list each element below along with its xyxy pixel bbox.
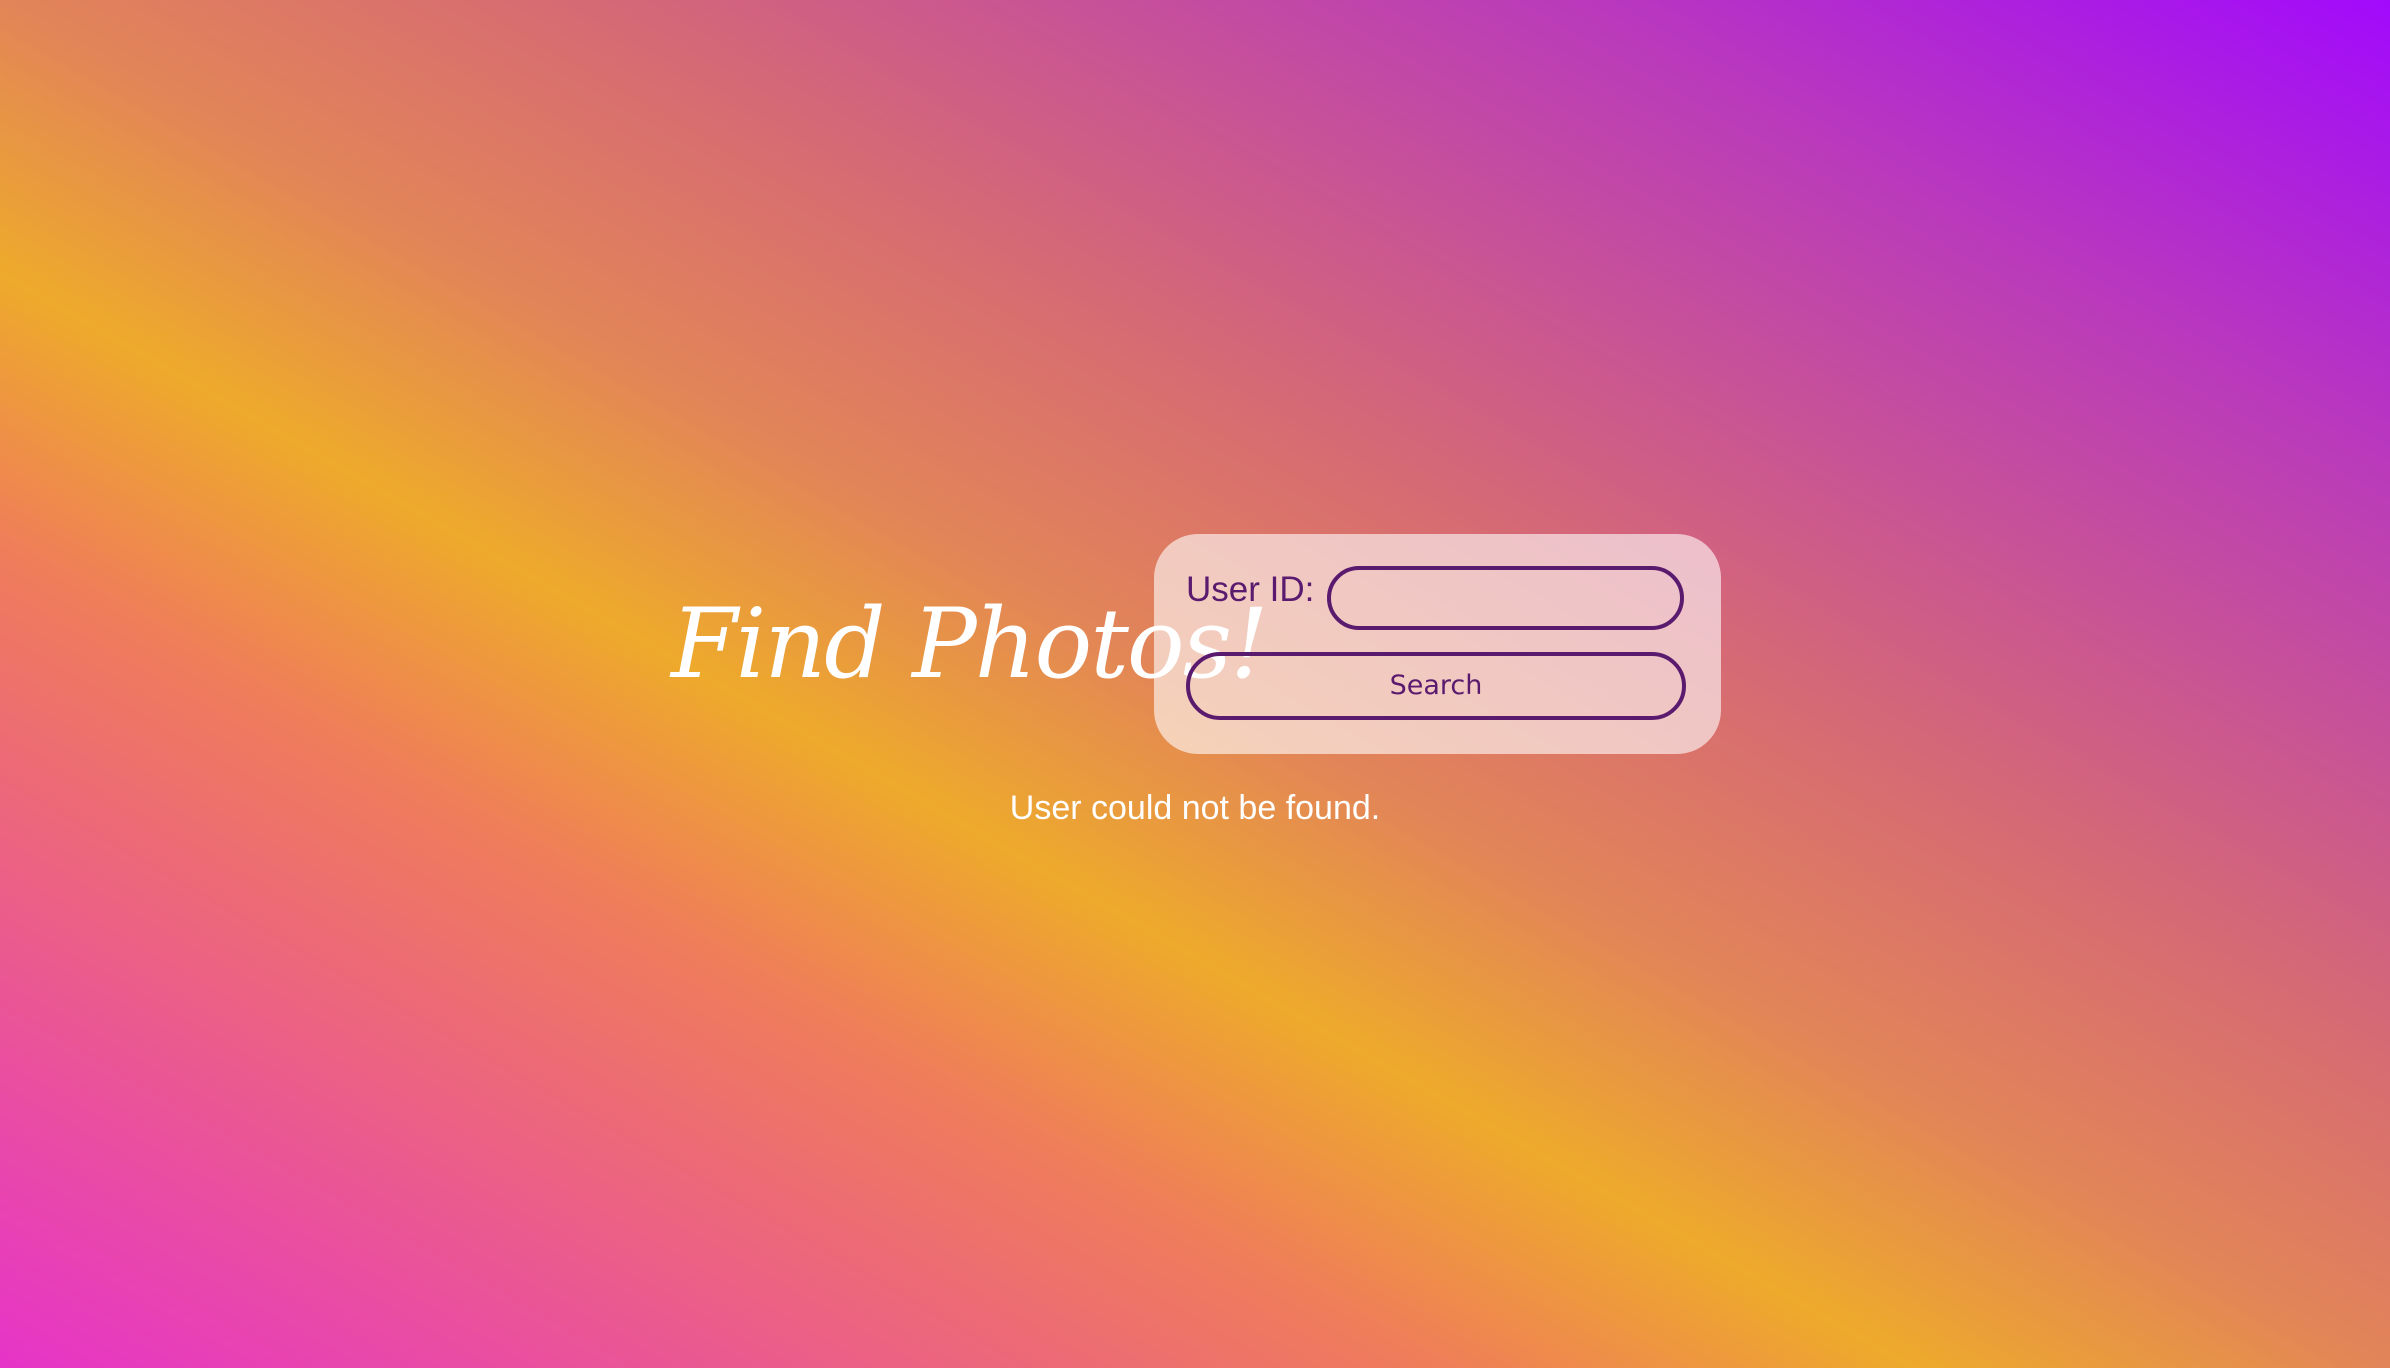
user-id-input[interactable] bbox=[1327, 566, 1684, 630]
status-message: User could not be found. bbox=[1009, 789, 1381, 827]
page-title: Find Photos! bbox=[671, 588, 1269, 700]
user-id-label: User ID: bbox=[1186, 570, 1315, 609]
search-panel: User ID: Search bbox=[1154, 534, 1721, 754]
search-button[interactable]: Search bbox=[1186, 652, 1686, 720]
